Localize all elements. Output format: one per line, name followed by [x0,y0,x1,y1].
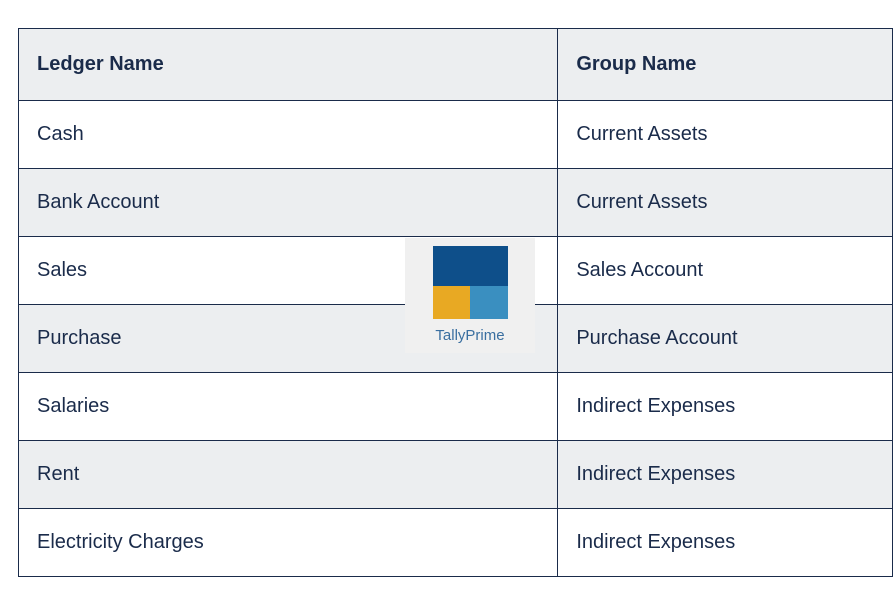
cell-group: Sales Account [558,237,893,305]
cell-group: Current Assets [558,169,893,237]
table-row: Cash Current Assets [19,101,893,169]
table-row: Electricity Charges Indirect Expenses [19,509,893,577]
cell-ledger: Cash [19,101,558,169]
table-row: Bank Account Current Assets [19,169,893,237]
cell-group: Current Assets [558,101,893,169]
watermark-block-light [470,286,508,319]
header-group-name: Group Name [558,29,893,101]
cell-group: Indirect Expenses [558,373,893,441]
table-row: Salaries Indirect Expenses [19,373,893,441]
watermark-block-orange [433,286,470,319]
cell-group: Purchase Account [558,305,893,373]
cell-ledger: Rent [19,441,558,509]
watermark-label: TallyPrime [405,327,535,344]
cell-ledger: Electricity Charges [19,509,558,577]
tallyprime-watermark: TallyPrime [405,238,535,353]
cell-group: Indirect Expenses [558,509,893,577]
table-row: Rent Indirect Expenses [19,441,893,509]
cell-ledger: Bank Account [19,169,558,237]
cell-ledger: Salaries [19,373,558,441]
cell-group: Indirect Expenses [558,441,893,509]
header-ledger-name: Ledger Name [19,29,558,101]
watermark-icon-row2 [405,286,535,319]
watermark-icon [405,246,535,286]
watermark-block-dark [433,246,508,286]
